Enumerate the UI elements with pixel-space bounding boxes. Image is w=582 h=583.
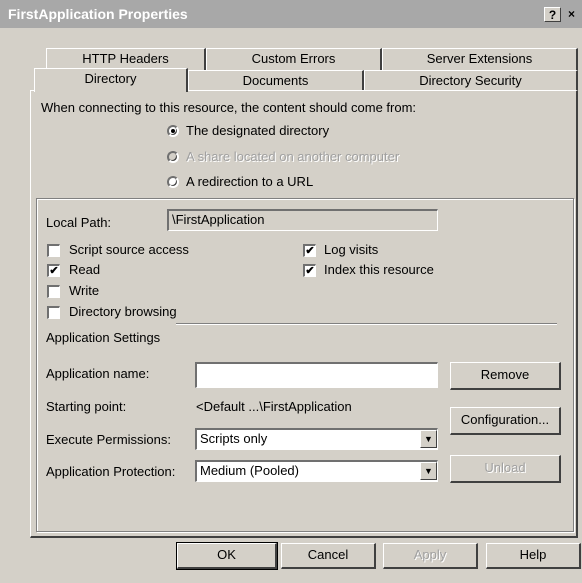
tab-http-headers[interactable]: HTTP Headers xyxy=(46,48,206,70)
help-button[interactable]: Help xyxy=(486,543,581,569)
window-title: FirstApplication Properties xyxy=(8,6,188,22)
execute-permissions-label: Execute Permissions: xyxy=(46,432,171,447)
local-path-field[interactable]: \FirstApplication xyxy=(167,209,438,231)
app-name-input[interactable] xyxy=(195,362,438,388)
script-source-access-label: Script source access xyxy=(69,242,189,257)
index-resource-checkbox[interactable]: ✔ xyxy=(303,264,316,277)
radio-designated-directory-label: The designated directory xyxy=(186,123,330,138)
radio-share-other-computer xyxy=(167,151,179,163)
close-icon[interactable]: × xyxy=(563,7,580,22)
tab-directory-security[interactable]: Directory Security xyxy=(364,70,578,92)
radio-designated-directory[interactable] xyxy=(167,125,179,137)
chevron-down-icon[interactable]: ▼ xyxy=(420,462,437,480)
script-source-access-checkbox[interactable] xyxy=(47,244,60,257)
tab-documents[interactable]: Documents xyxy=(188,70,364,92)
content-source-prompt: When connecting to this resource, the co… xyxy=(41,100,417,115)
radio-redirection-url[interactable] xyxy=(167,176,179,188)
tab-server-extensions[interactable]: Server Extensions xyxy=(382,48,578,70)
write-checkbox[interactable] xyxy=(47,285,60,298)
chevron-down-icon[interactable]: ▼ xyxy=(420,430,437,448)
write-label: Write xyxy=(69,283,100,298)
configuration-button[interactable]: Configuration... xyxy=(450,407,561,435)
tab-custom-errors[interactable]: Custom Errors xyxy=(206,48,382,70)
execute-permissions-select[interactable]: Scripts only ▼ xyxy=(195,428,438,450)
radio-redirection-url-label: A redirection to a URL xyxy=(186,174,314,189)
cancel-button[interactable]: Cancel xyxy=(281,543,376,569)
log-visits-checkbox[interactable]: ✔ xyxy=(303,244,316,257)
app-settings-heading: Application Settings xyxy=(46,330,161,345)
unload-button: Unload xyxy=(450,455,561,483)
index-resource-label: Index this resource xyxy=(324,262,434,277)
app-protection-value: Medium (Pooled) xyxy=(200,463,299,478)
app-settings-separator xyxy=(176,323,557,325)
directory-browsing-label: Directory browsing xyxy=(69,304,177,319)
remove-button[interactable]: Remove xyxy=(450,362,561,390)
app-protection-label: Application Protection: xyxy=(46,464,176,479)
ok-button[interactable]: OK xyxy=(176,542,278,570)
starting-point-label: Starting point: xyxy=(46,399,127,414)
directory-browsing-checkbox[interactable] xyxy=(47,306,60,319)
read-label: Read xyxy=(69,262,101,277)
app-name-label: Application name: xyxy=(46,366,150,381)
read-checkbox[interactable]: ✔ xyxy=(47,264,60,277)
apply-button: Apply xyxy=(383,543,478,569)
execute-permissions-value: Scripts only xyxy=(200,431,268,446)
help-icon[interactable]: ? xyxy=(544,7,561,22)
log-visits-label: Log visits xyxy=(324,242,379,257)
tab-directory[interactable]: Directory xyxy=(34,68,188,92)
local-path-label: Local Path: xyxy=(46,215,112,230)
title-bar: FirstApplication Properties ? × xyxy=(0,0,582,28)
app-protection-select[interactable]: Medium (Pooled) ▼ xyxy=(195,460,438,482)
starting-point-value: <Default ...\FirstApplication xyxy=(196,399,352,414)
radio-share-other-computer-label: A share located on another computer xyxy=(186,149,400,164)
